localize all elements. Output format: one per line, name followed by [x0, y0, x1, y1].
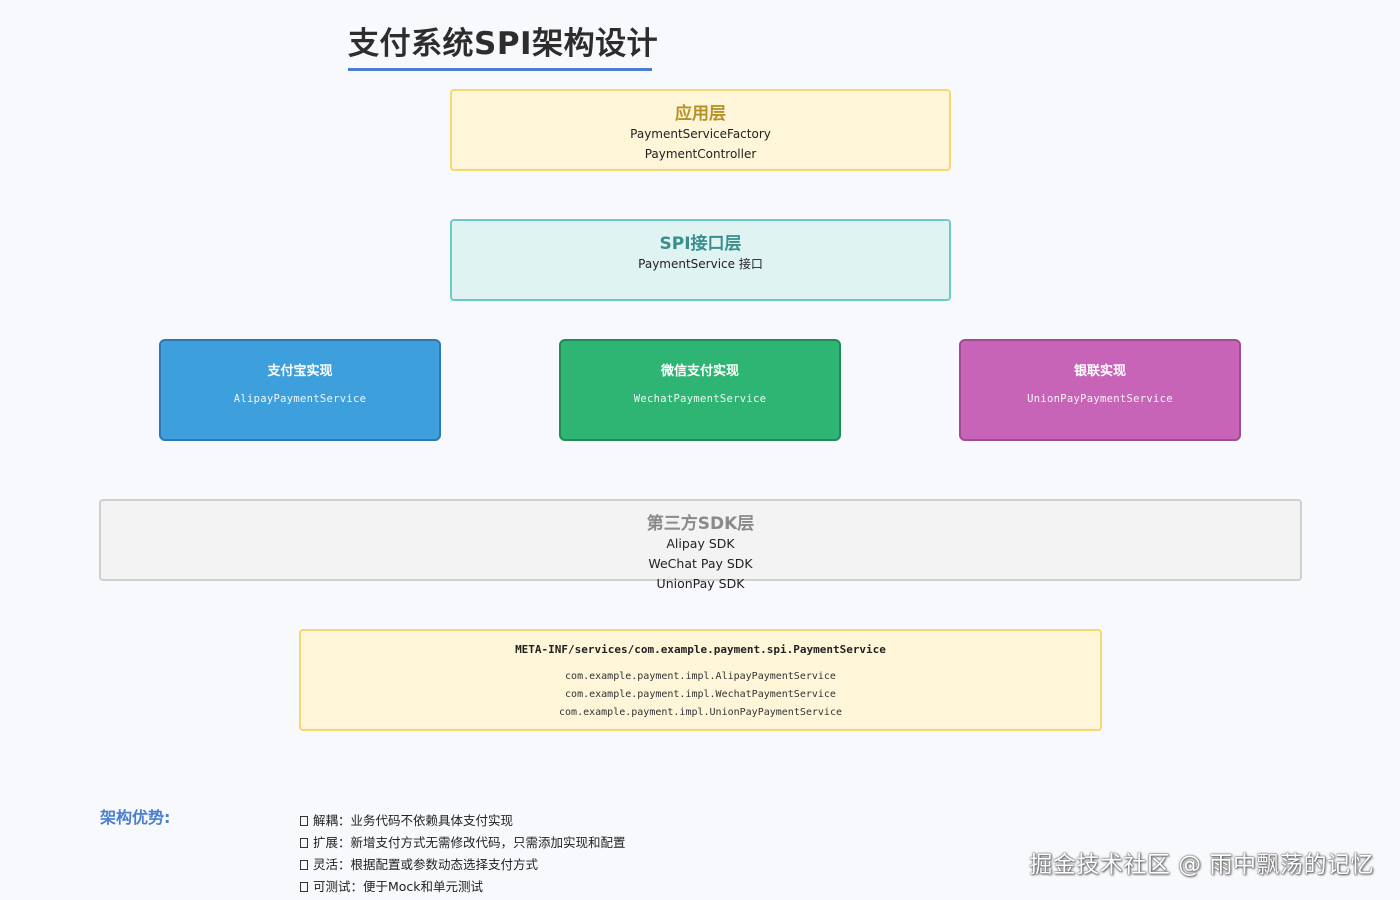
alipay-impl-box: 支付宝实现 AlipayPaymentService	[159, 339, 441, 441]
app-layer-line: PaymentController	[644, 147, 757, 161]
sdk-layer-line: Alipay SDK	[666, 536, 735, 551]
impl-class-name: WechatPaymentService	[633, 393, 767, 405]
advantage-item: 可测试：便于Mock和单元测试	[300, 876, 626, 898]
checkbox-icon	[300, 838, 308, 848]
advantage-text: 扩展：新增支付方式无需修改代码，只需添加实现和配置	[313, 835, 626, 850]
advantages-list: 解耦：业务代码不依赖具体支付实现 扩展：新增支付方式无需修改代码，只需添加实现和…	[300, 810, 626, 898]
meta-inf-path: META-INF/services/com.example.payment.sp…	[515, 643, 886, 656]
meta-inf-entry: com.example.payment.impl.UnionPayPayment…	[559, 707, 842, 718]
spi-layer-header: SPI接口层	[659, 234, 742, 254]
checkbox-icon	[300, 816, 308, 826]
impl-header: 微信支付实现	[660, 364, 739, 379]
impl-header: 支付宝实现	[267, 364, 333, 379]
spi-layer-box: SPI接口层 PaymentService 接口	[450, 219, 951, 301]
advantage-item: 解耦：业务代码不依赖具体支付实现	[300, 810, 626, 832]
sdk-layer-line: UnionPay SDK	[656, 576, 745, 591]
advantage-text: 可测试：便于Mock和单元测试	[313, 879, 484, 894]
advantages-title: 架构优势:	[100, 808, 171, 827]
watermark: 掘金技术社区 @ 雨中飘荡的记忆	[1029, 852, 1374, 878]
checkbox-icon	[300, 860, 308, 870]
checkbox-icon	[300, 882, 308, 892]
sdk-layer-header: 第三方SDK层	[646, 514, 755, 534]
sdk-layer-line: WeChat Pay SDK	[648, 556, 753, 571]
meta-inf-entry: com.example.payment.impl.WechatPaymentSe…	[565, 689, 836, 700]
wechat-impl-box: 微信支付实现 WechatPaymentService	[559, 339, 841, 441]
app-layer-box: 应用层 PaymentServiceFactory PaymentControl…	[450, 89, 951, 171]
sdk-layer-box: 第三方SDK层 Alipay SDK WeChat Pay SDK UnionP…	[99, 499, 1302, 591]
meta-inf-entry: com.example.payment.impl.AlipayPaymentSe…	[565, 671, 836, 682]
advantage-item: 灵活：根据配置或参数动态选择支付方式	[300, 854, 626, 876]
diagram-title: 支付系统SPI架构设计	[348, 26, 659, 62]
app-layer-header: 应用层	[675, 104, 726, 124]
impl-header: 银联实现	[1073, 364, 1126, 379]
impl-class-name: UnionPayPaymentService	[1027, 393, 1173, 405]
app-layer-line: PaymentServiceFactory	[630, 127, 771, 141]
title-underline	[348, 68, 652, 71]
advantage-text: 解耦：业务代码不依赖具体支付实现	[313, 813, 514, 828]
advantage-text: 灵活：根据配置或参数动态选择支付方式	[313, 857, 539, 872]
spi-layer-line: PaymentService 接口	[638, 257, 763, 271]
meta-inf-config-box: META-INF/services/com.example.payment.sp…	[299, 629, 1102, 731]
unionpay-impl-box: 银联实现 UnionPayPaymentService	[959, 339, 1241, 441]
advantage-item: 扩展：新增支付方式无需修改代码，只需添加实现和配置	[300, 832, 626, 854]
impl-class-name: AlipayPaymentService	[233, 393, 367, 405]
